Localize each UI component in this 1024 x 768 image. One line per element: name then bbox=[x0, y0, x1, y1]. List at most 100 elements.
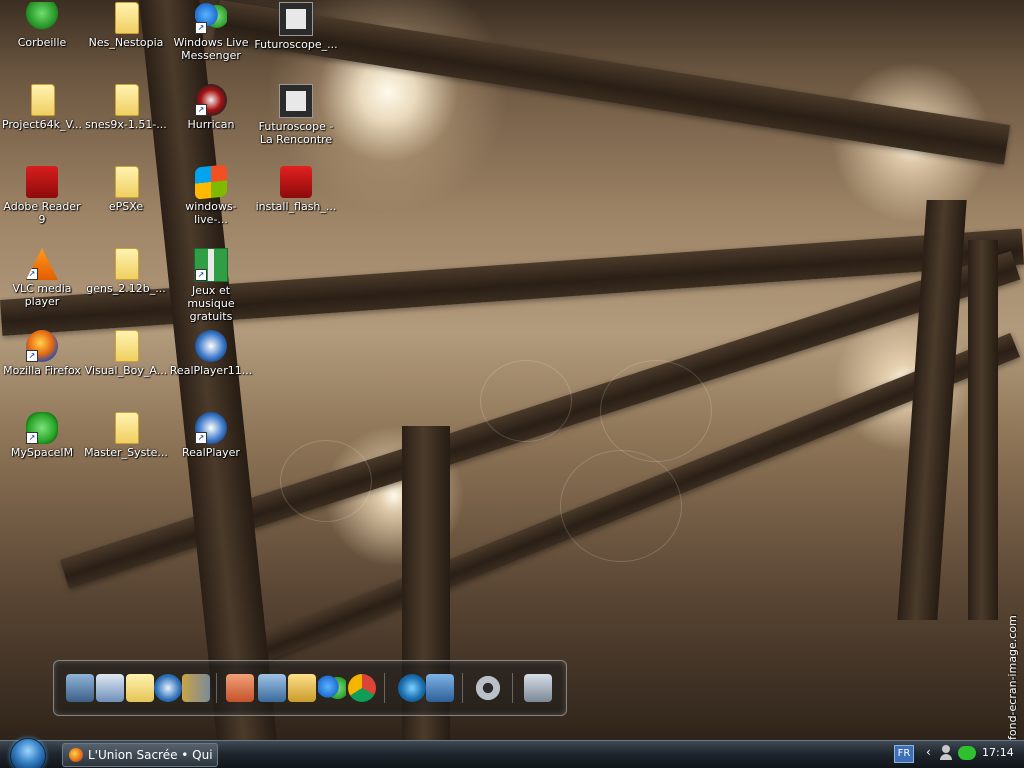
myspaceim-tray-icon[interactable] bbox=[958, 746, 976, 760]
desktop-icon-label: Master_Syste... bbox=[84, 446, 168, 459]
desktop-icon[interactable]: windows-live-... bbox=[169, 164, 253, 226]
dock-notebook-icon[interactable] bbox=[258, 674, 286, 702]
dock-media-player-icon[interactable] bbox=[426, 674, 454, 702]
myspaceim-icon: ↗ bbox=[26, 412, 58, 444]
dock-separator bbox=[216, 673, 217, 703]
desktop-icon-label: Corbeille bbox=[17, 36, 67, 49]
dock-checklist-icon[interactable] bbox=[96, 674, 124, 702]
desktop-icon[interactable]: Corbeille bbox=[0, 2, 84, 49]
dock-settings-gear-icon[interactable] bbox=[474, 674, 502, 702]
language-indicator[interactable]: FR bbox=[894, 745, 914, 763]
desktop-icon[interactable]: ↗ Hurrican bbox=[169, 84, 253, 131]
dock-documents-icon[interactable] bbox=[226, 674, 254, 702]
desktop-icon-label: snes9x-1.51-... bbox=[85, 118, 167, 131]
desktop-icon-label: windows-live-... bbox=[185, 200, 237, 226]
desktop-icon-label: gens_2.12b_... bbox=[86, 282, 166, 295]
tray-expand-chevron-icon[interactable]: ‹ bbox=[926, 745, 931, 759]
folder-icon bbox=[31, 84, 55, 116]
vlc-icon: ↗ bbox=[26, 248, 58, 280]
desktop-icon[interactable]: Adobe Reader 9 bbox=[0, 166, 84, 226]
folder-icon bbox=[115, 330, 139, 362]
folder-icon bbox=[115, 248, 139, 280]
desktop-icon-label: Adobe Reader 9 bbox=[3, 200, 81, 226]
spider-icon bbox=[279, 2, 313, 36]
desktop-icon-label: Hurrican bbox=[187, 118, 235, 131]
desktop-icon-label: Mozilla Firefox bbox=[3, 364, 81, 377]
shortcut-arrow-icon: ↗ bbox=[26, 350, 38, 362]
desktop: Corbeille Nes_Nestopia ↗ Windows Live Messe… bbox=[0, 0, 1024, 740]
start-button[interactable] bbox=[8, 738, 48, 768]
firefox-icon bbox=[69, 748, 83, 762]
taskbar-window-title: L'Union Sacrée • Qui e... bbox=[88, 748, 217, 762]
desktop-icon[interactable]: ↗ Mozilla Firefox bbox=[0, 330, 84, 377]
shortcut-arrow-icon: ↗ bbox=[26, 432, 38, 444]
desktop-icon-label: Visual_Boy_A... bbox=[84, 364, 168, 377]
folder-icon bbox=[115, 2, 139, 34]
desktop-icon-label: RealPlayer bbox=[182, 446, 240, 459]
desktop-icon[interactable]: ↗ RealPlayer bbox=[169, 412, 253, 459]
desktop-icon[interactable]: gens_2.12b_... bbox=[84, 248, 168, 295]
desktop-icon[interactable]: Futuroscope_... bbox=[254, 2, 338, 51]
desktop-icon-label: Project64k_V... bbox=[1, 118, 83, 131]
dock-earth-icon[interactable] bbox=[398, 674, 426, 702]
realplayer-icon: ↗ bbox=[195, 412, 227, 444]
desktop-icon-label: Futuroscope_... bbox=[254, 38, 338, 51]
windows-logo-icon bbox=[195, 164, 227, 200]
desktop-icon-label: RealPlayer11... bbox=[169, 364, 253, 377]
desktop-icon[interactable]: Master_Syste... bbox=[84, 412, 168, 459]
user-tray-icon[interactable] bbox=[940, 745, 952, 761]
shortcut-arrow-icon: ↗ bbox=[195, 104, 207, 116]
firefox-icon: ↗ bbox=[26, 330, 58, 362]
dock-separator bbox=[512, 673, 513, 703]
desktop-icon[interactable]: RealPlayer11... bbox=[169, 330, 253, 377]
desktop-icon[interactable]: ↗ Jeux et musique gratuits bbox=[169, 248, 253, 323]
dock-separator bbox=[462, 673, 463, 703]
desktop-icon-label: Windows Live Messenger bbox=[173, 36, 249, 62]
realplayer-icon bbox=[195, 330, 227, 362]
folder-icon bbox=[115, 166, 139, 198]
hurrican-icon: ↗ bbox=[195, 84, 227, 116]
folder-icon bbox=[115, 84, 139, 116]
desktop-icon[interactable]: ↗ MySpaceIM bbox=[0, 412, 84, 459]
desktop-icon-label: install_flash_... bbox=[255, 200, 337, 213]
dock-globe-icon[interactable] bbox=[154, 674, 182, 702]
desktop-icon[interactable]: Project64k_V... bbox=[0, 84, 84, 131]
shortcut-arrow-icon: ↗ bbox=[195, 269, 207, 281]
gift-icon: ↗ bbox=[194, 248, 228, 282]
dock-folder-icon[interactable] bbox=[126, 674, 154, 702]
shortcut-arrow-icon: ↗ bbox=[26, 268, 38, 280]
desktop-icon[interactable]: ↗ VLC media player bbox=[0, 248, 84, 308]
desktop-icon-label: Futuroscope - La Rencontre bbox=[258, 120, 334, 146]
desktop-icon-label: Nes_Nestopia bbox=[88, 36, 164, 49]
clock[interactable]: 17:14 bbox=[982, 746, 1014, 759]
desktop-icon[interactable]: ↗ Windows Live Messenger bbox=[169, 2, 253, 62]
messenger-icon: ↗ bbox=[195, 2, 227, 34]
dock-separator bbox=[384, 673, 385, 703]
recycle-bin-tree-icon bbox=[26, 2, 58, 34]
folder-icon bbox=[115, 412, 139, 444]
dock-messenger-icon[interactable] bbox=[318, 674, 346, 702]
dock-computer-icon[interactable] bbox=[66, 674, 94, 702]
desktop-icon[interactable]: Futuroscope - La Rencontre bbox=[254, 84, 338, 146]
spider-icon bbox=[279, 84, 313, 118]
desktop-icon[interactable]: snes9x-1.51-... bbox=[84, 84, 168, 131]
desktop-icon[interactable]: install_flash_... bbox=[254, 166, 338, 213]
dock-books-icon[interactable] bbox=[182, 674, 210, 702]
dock-recycle-bin-icon[interactable] bbox=[524, 674, 552, 702]
dock-folder-open-icon[interactable] bbox=[288, 674, 316, 702]
adobe-reader-icon bbox=[26, 166, 58, 198]
application-dock bbox=[53, 660, 567, 716]
desktop-icon-label: ePSXe bbox=[108, 200, 144, 213]
desktop-icon[interactable]: ePSXe bbox=[84, 166, 168, 213]
desktop-icon-label: MySpaceIM bbox=[10, 446, 74, 459]
flash-icon bbox=[280, 166, 312, 198]
desktop-icon[interactable]: Nes_Nestopia bbox=[84, 2, 168, 49]
desktop-icon-label: VLC media player bbox=[12, 282, 72, 308]
windows-orb-icon bbox=[10, 738, 46, 768]
wallpaper-watermark: fond-ecran-image.com bbox=[1006, 615, 1019, 740]
desktop-icon[interactable]: Visual_Boy_A... bbox=[84, 330, 168, 377]
taskbar-window-button[interactable]: L'Union Sacrée • Qui e... bbox=[62, 743, 218, 767]
desktop-icon-label: Jeux et musique gratuits bbox=[187, 284, 235, 323]
dock-chrome-icon[interactable] bbox=[348, 674, 376, 702]
shortcut-arrow-icon: ↗ bbox=[195, 22, 207, 34]
